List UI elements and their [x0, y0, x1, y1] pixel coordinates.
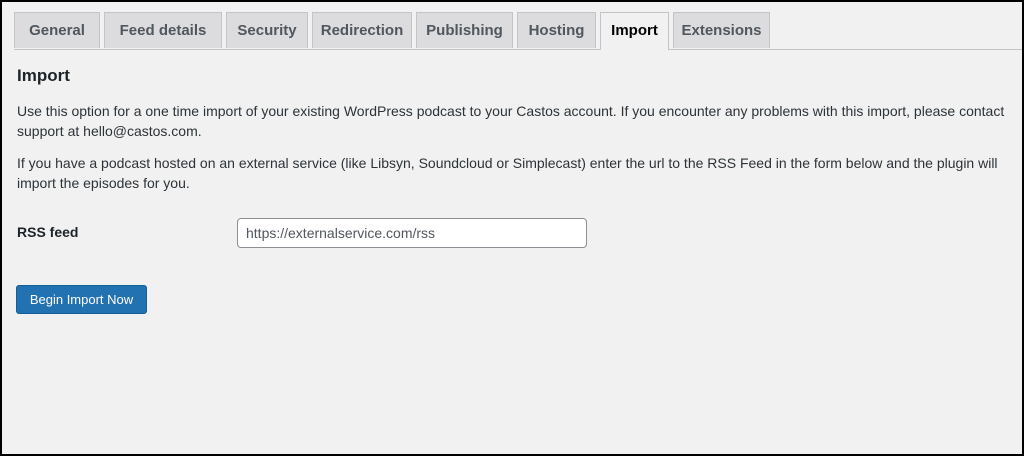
tab-import[interactable]: Import — [600, 12, 669, 50]
tab-security[interactable]: Security — [226, 12, 308, 48]
begin-import-button[interactable]: Begin Import Now — [16, 285, 147, 314]
tab-hosting[interactable]: Hosting — [517, 12, 596, 48]
external-service-description: If you have a podcast hosted on an exter… — [17, 155, 998, 191]
section-title: Import — [17, 66, 70, 85]
settings-tab-bar: General Feed details Security Redirectio… — [14, 12, 1022, 50]
tab-publishing[interactable]: Publishing — [416, 12, 513, 48]
tab-extensions[interactable]: Extensions — [673, 12, 770, 48]
settings-panel: General Feed details Security Redirectio… — [2, 2, 1022, 454]
rss-feed-label: RSS feed — [17, 224, 79, 240]
rss-feed-input[interactable] — [237, 218, 587, 248]
import-description: Use this option for a one time import of… — [17, 103, 1005, 139]
tab-feed-details[interactable]: Feed details — [104, 12, 222, 48]
tab-redirection[interactable]: Redirection — [312, 12, 412, 48]
tab-general[interactable]: General — [14, 12, 100, 48]
